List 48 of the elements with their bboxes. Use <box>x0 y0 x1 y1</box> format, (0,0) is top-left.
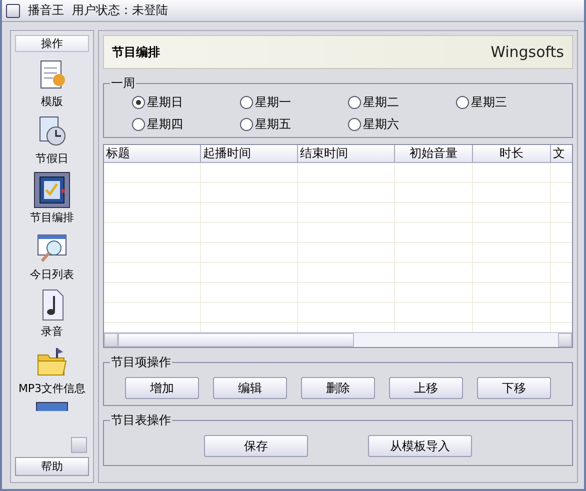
day-radio[interactable]: 星期日 <box>132 94 240 111</box>
action-button[interactable]: 编辑 <box>213 377 287 399</box>
group-title: 节目项操作 <box>110 354 172 371</box>
help-button[interactable]: 帮助 <box>15 457 89 476</box>
action-button[interactable]: 保存 <box>204 435 308 457</box>
sidebar-item-label: 模版 <box>41 94 63 109</box>
sidebar-item[interactable]: 今日列表 <box>30 231 74 282</box>
sidebar-item[interactable]: 节目编排 <box>30 172 74 225</box>
scroll-right-button[interactable] <box>558 333 572 347</box>
column-header[interactable]: 文 <box>551 145 572 162</box>
sidebar-item-label: 节假日 <box>36 151 68 166</box>
day-radio[interactable]: 星期二 <box>348 94 456 111</box>
group-title: 一周 <box>110 75 136 92</box>
user-status: 用户状态：未登陆 <box>72 2 168 19</box>
sidebar-item-label: 今日列表 <box>30 267 74 282</box>
sidebar-item-label: MP3文件信息 <box>18 381 86 396</box>
brand-label: Wingsofts <box>490 43 564 61</box>
sidebar-item[interactable]: 录音 <box>35 288 69 339</box>
page-title: 节目编排 <box>112 44 160 60</box>
column-header[interactable]: 时长 <box>473 145 551 162</box>
action-button[interactable]: 从模板导入 <box>368 435 472 457</box>
group-title: 节目表操作 <box>110 412 172 429</box>
scroll-down-button[interactable] <box>71 437 87 453</box>
window-title: 播音王 <box>28 2 64 19</box>
sidebar-item-label: 节目编排 <box>30 210 74 225</box>
action-button[interactable]: 下移 <box>477 377 551 399</box>
day-radio[interactable]: 星期四 <box>132 116 240 133</box>
day-radio[interactable]: 星期六 <box>348 116 456 133</box>
column-header[interactable]: 起播时间 <box>201 145 298 162</box>
sidebar-header[interactable]: 操作 <box>15 35 89 52</box>
action-button[interactable]: 删除 <box>301 377 375 399</box>
sidebar-item[interactable]: 节假日 <box>35 115 69 166</box>
action-button[interactable]: 上移 <box>389 377 463 399</box>
column-header[interactable]: 结束时间 <box>298 145 395 162</box>
day-radio[interactable]: 星期五 <box>240 116 348 133</box>
sidebar-item-label: 录音 <box>41 324 63 339</box>
window-icon <box>36 402 68 411</box>
action-button[interactable]: 增加 <box>125 377 199 399</box>
window-menu-icon[interactable] <box>6 4 20 18</box>
horizontal-scrollbar[interactable] <box>104 332 572 347</box>
scroll-thumb[interactable] <box>118 333 354 347</box>
day-radio[interactable]: 星期一 <box>240 94 348 111</box>
column-header[interactable]: 初始音量 <box>395 145 473 162</box>
scroll-left-button[interactable] <box>104 333 118 347</box>
sidebar-item[interactable]: 模版 <box>35 58 69 109</box>
column-header[interactable]: 标题 <box>104 145 201 162</box>
day-radio[interactable]: 星期三 <box>456 94 564 111</box>
sidebar-item[interactable]: MP3文件信息 <box>18 345 86 396</box>
